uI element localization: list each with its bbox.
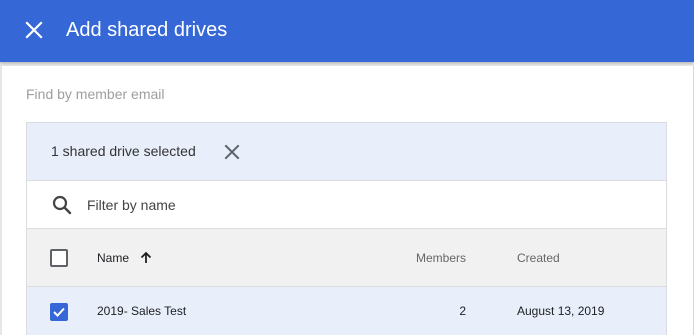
drive-created: August 13, 2019 bbox=[517, 304, 605, 318]
selection-bar: 1 shared drive selected bbox=[27, 123, 666, 181]
column-header-name[interactable]: Name bbox=[97, 251, 153, 265]
drive-name: 2019- Sales Test bbox=[97, 304, 187, 318]
filter-by-name-input[interactable] bbox=[87, 194, 487, 216]
row-checkbox[interactable] bbox=[50, 303, 68, 321]
close-icon bbox=[224, 144, 240, 160]
clear-selection-button[interactable] bbox=[221, 141, 243, 163]
select-all-checkbox[interactable] bbox=[50, 249, 68, 267]
search-icon bbox=[52, 195, 72, 215]
column-header-members[interactable]: Members bbox=[416, 251, 466, 265]
selection-count: 1 shared drive selected bbox=[51, 143, 196, 159]
filter-row bbox=[27, 181, 666, 229]
dialog-header: Add shared drives bbox=[0, 0, 694, 62]
shared-drives-table: 1 shared drive selected Name Mem bbox=[26, 122, 667, 335]
checkmark-icon bbox=[53, 307, 65, 317]
app-window: Add shared drives 1 shared drive selecte… bbox=[0, 0, 694, 335]
column-header-created[interactable]: Created bbox=[517, 251, 560, 265]
table-row[interactable]: 2019- Sales Test 2 August 13, 2019 bbox=[27, 287, 666, 335]
arrow-up-icon bbox=[140, 251, 152, 263]
column-header-name-label: Name bbox=[97, 251, 130, 265]
drive-members: 2 bbox=[459, 304, 466, 318]
table-header-row: Name Members Created bbox=[27, 229, 666, 287]
member-email-input[interactable] bbox=[26, 80, 667, 108]
dialog-title: Add shared drives bbox=[66, 19, 228, 41]
close-icon bbox=[25, 21, 43, 39]
close-button[interactable] bbox=[20, 16, 48, 44]
